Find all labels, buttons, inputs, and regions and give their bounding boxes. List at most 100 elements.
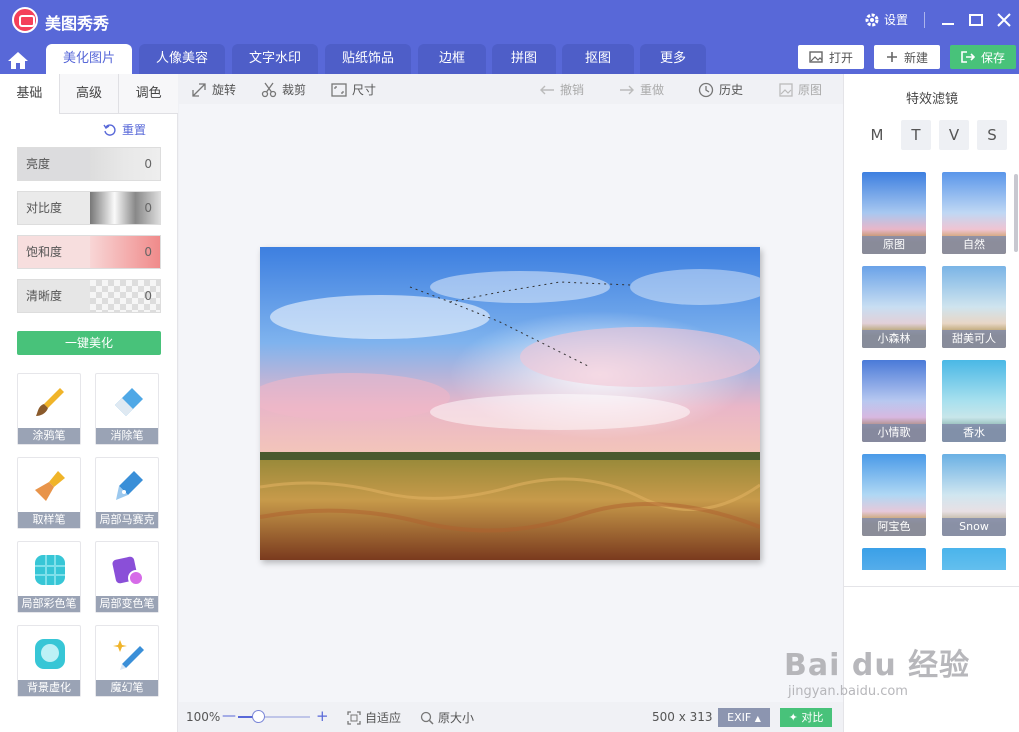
subtab-advanced[interactable]: 高级 <box>59 74 120 114</box>
filter-scrollbar[interactable] <box>1014 174 1018 252</box>
saturation-slider[interactable]: 饱和度 0 <box>17 235 161 269</box>
undo-button[interactable]: 撤销 <box>539 81 584 98</box>
tab-collage[interactable]: 拼图 <box>492 44 556 74</box>
tab-portrait[interactable]: 人像美容 <box>139 44 225 74</box>
zoom-level: 100% <box>186 710 221 724</box>
plus-icon <box>886 52 897 62</box>
tab-border[interactable]: 边框 <box>418 44 486 74</box>
rotate-icon <box>192 82 206 97</box>
redo-button[interactable]: 重做 <box>619 81 664 98</box>
filter-snow[interactable]: Snow <box>942 454 1006 536</box>
brush-icon <box>36 388 64 416</box>
blur-icon <box>35 639 65 669</box>
settings-button[interactable]: 设置 <box>864 11 908 28</box>
filter-category-s[interactable]: S <box>977 120 1007 150</box>
new-button[interactable]: 新建 <box>874 45 940 69</box>
filter-original[interactable]: 原图 <box>862 172 926 254</box>
filter-category-v[interactable]: V <box>939 120 969 150</box>
color-splash-icon <box>35 555 65 585</box>
history-button[interactable]: 历史 <box>698 81 743 98</box>
eraser-pen-tool[interactable]: 消除笔 <box>95 373 159 445</box>
compare-button[interactable]: ✦ 对比 <box>780 708 832 727</box>
adjust-subtabs: 基础 高级 调色 <box>0 74 179 114</box>
rotate-button[interactable]: 旋转 <box>191 81 236 98</box>
close-icon[interactable] <box>994 10 1014 30</box>
contrast-slider[interactable]: 对比度 0 <box>17 191 161 225</box>
filter-panel: 特效滤镜 M T V S 原图 自然 小森林 甜美可人 小情歌 香水 阿宝色 S… <box>843 74 1019 732</box>
doodle-pen-tool[interactable]: 涂鸦笔 <box>17 373 81 445</box>
tab-cutout[interactable]: 抠图 <box>562 44 634 74</box>
contrast-value: 0 <box>144 201 152 215</box>
caret-up-icon: ▲ <box>754 714 761 723</box>
broom-brush-icon <box>35 471 65 501</box>
zoom-out-button[interactable]: — <box>222 708 236 724</box>
exif-button[interactable]: EXIF ▲ <box>718 708 770 727</box>
brightness-value: 0 <box>144 157 152 171</box>
home-icon[interactable] <box>6 50 30 70</box>
original-button[interactable]: 原图 <box>779 81 822 98</box>
color-pen-tool[interactable]: 局部彩色笔 <box>17 541 81 613</box>
tab-text[interactable]: 文字水印 <box>232 44 318 74</box>
app-logo-icon <box>12 7 38 33</box>
edit-toolbar: 旋转 裁剪 尺寸 撤销 重做 历史 原图 <box>179 74 843 104</box>
left-panel: 基础 高级 调色 重置 亮度 0 对比度 0 饱和度 0 清晰度 0 一键美化 … <box>0 74 179 732</box>
subtab-color[interactable]: 调色 <box>119 74 179 114</box>
fit-icon <box>347 710 361 725</box>
pen-nib-icon <box>116 471 143 500</box>
scissors-icon <box>261 82 277 97</box>
reset-button[interactable]: 重置 <box>103 121 146 138</box>
size-button[interactable]: 尺寸 <box>331 81 376 98</box>
filter-forest[interactable]: 小森林 <box>862 266 926 348</box>
magic-pen-tool[interactable]: 魔幻笔 <box>95 625 159 697</box>
main-tab-bar: 美化图片 人像美容 文字水印 贴纸饰品 边框 拼图 抠图 更多 打开 新建 保存 <box>0 40 1019 74</box>
export-icon <box>961 51 975 63</box>
subtab-basic[interactable]: 基础 <box>0 74 60 114</box>
auto-beautify-button[interactable]: 一键美化 <box>17 331 161 355</box>
settings-label: 设置 <box>884 13 909 27</box>
tab-stickers[interactable]: 贴纸饰品 <box>325 44 411 74</box>
picture-icon <box>779 82 793 97</box>
minimize-icon[interactable] <box>938 10 958 30</box>
reset-icon <box>103 123 116 136</box>
tab-beautify[interactable]: 美化图片 <box>46 44 132 74</box>
filter-category-m[interactable]: M <box>862 120 892 150</box>
save-button[interactable]: 保存 <box>950 45 1016 69</box>
zoom-slider-handle[interactable] <box>252 710 265 723</box>
background-blur-tool[interactable]: 背景虚化 <box>17 625 81 697</box>
sparkle-icon: ✦ <box>788 711 798 724</box>
filter-perfume[interactable]: 香水 <box>942 360 1006 442</box>
fit-window-button[interactable]: 自适应 <box>347 709 401 726</box>
filter-partial-2[interactable] <box>942 548 1006 570</box>
filter-partial-1[interactable] <box>862 548 926 570</box>
sample-pen-tool[interactable]: 取样笔 <box>17 457 81 529</box>
arrow-right-icon <box>620 85 634 94</box>
filter-sweet[interactable]: 甜美可人 <box>942 266 1006 348</box>
zoom-in-button[interactable]: + <box>316 707 329 725</box>
panel-divider <box>844 586 1019 587</box>
crop-button[interactable]: 裁剪 <box>261 81 306 98</box>
tab-more[interactable]: 更多 <box>640 44 706 74</box>
saturation-value: 0 <box>144 245 152 259</box>
status-bar: 100% — + 自适应 原大小 500 x 313 EXIF ▲ ✦ 对比 <box>179 702 843 732</box>
filter-abao[interactable]: 阿宝色 <box>862 454 926 536</box>
mosaic-pen-tool[interactable]: 局部马赛克 <box>95 457 159 529</box>
maximize-icon[interactable] <box>966 10 986 30</box>
brightness-slider[interactable]: 亮度 0 <box>17 147 161 181</box>
eraser-icon <box>115 388 143 416</box>
recolor-icon <box>112 556 144 586</box>
filter-love-song[interactable]: 小情歌 <box>862 360 926 442</box>
filter-list: 原图 自然 小森林 甜美可人 小情歌 香水 阿宝色 Snow <box>844 170 1019 570</box>
title-divider <box>924 12 925 28</box>
filter-natural[interactable]: 自然 <box>942 172 1006 254</box>
filter-category-t[interactable]: T <box>901 120 931 150</box>
image-canvas[interactable] <box>179 104 843 702</box>
app-title: 美图秀秀 <box>45 14 110 33</box>
actual-size-button[interactable]: 原大小 <box>420 709 474 726</box>
edited-photo[interactable] <box>260 247 760 560</box>
arrow-left-icon <box>540 85 554 94</box>
open-button[interactable]: 打开 <box>798 45 864 69</box>
sharpness-slider[interactable]: 清晰度 0 <box>17 279 161 313</box>
clock-icon <box>698 82 714 97</box>
zoom-slider[interactable] <box>238 716 310 718</box>
recolor-pen-tool[interactable]: 局部变色笔 <box>95 541 159 613</box>
